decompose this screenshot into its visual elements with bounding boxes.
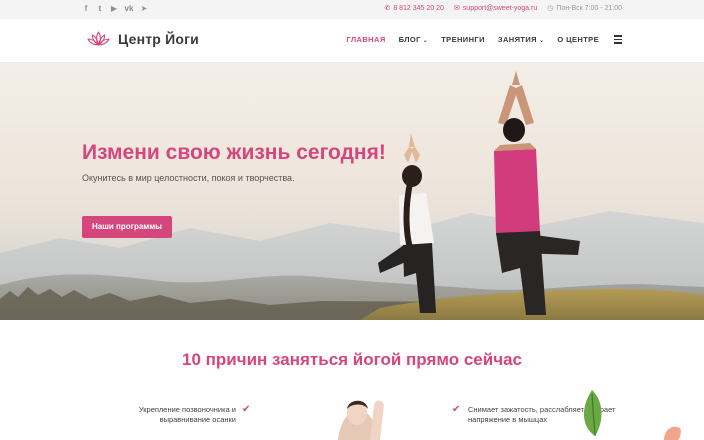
working-hours: ◷ Пон-Вск 7:00 - 21:00: [547, 4, 622, 14]
facebook-icon[interactable]: f: [82, 4, 90, 14]
email-contact[interactable]: ✉ support@sweet-yoga.ru: [454, 4, 537, 14]
check-icon: ✔: [452, 404, 461, 415]
clock-icon: ◷: [547, 5, 554, 12]
site-logo[interactable]: Центр Йоги: [86, 29, 199, 49]
top-info-bar: f t ▶ vk ➤ ✆ 8 812 345 20 20 ✉ support@s…: [0, 0, 704, 19]
phone-icon: ✆: [384, 5, 391, 12]
envelope-icon: ✉: [453, 5, 460, 12]
decorative-image: [664, 426, 681, 440]
leaf-image: [583, 390, 602, 437]
nav-item-trainings[interactable]: ТРЕНИНГИ: [441, 35, 485, 44]
nav-item-about[interactable]: О ЦЕНТРЕ: [557, 35, 599, 44]
nav-item-blog[interactable]: БЛОГ ⌄: [399, 35, 429, 44]
hero-title: Измени свою жизнь сегодня!: [82, 141, 386, 164]
logo-text: Центр Йоги: [118, 31, 199, 47]
reason-item-spine: Укрепление позвоночника и выравнивание о…: [138, 405, 236, 424]
reasons-title: 10 причин заняться йогой прямо сейчас: [182, 350, 522, 369]
hero-subtitle: Окунитесь в мир целостности, покоя и тво…: [82, 173, 295, 183]
vk-icon[interactable]: vk: [124, 4, 134, 14]
menu-icon[interactable]: [614, 35, 622, 44]
main-nav: ГЛАВНАЯ БЛОГ ⌄ ТРЕНИНГИ ЗАНЯТИЯ ⌄ О ЦЕНТРЕ: [346, 35, 622, 44]
youtube-icon[interactable]: ▶: [110, 4, 118, 14]
nav-item-classes[interactable]: ЗАНЯТИЯ ⌄: [498, 35, 545, 44]
chevron-down-icon: ⌄: [422, 38, 429, 44]
hours-text: Пон-Вск 7:00 - 21:00: [556, 5, 622, 12]
email-address[interactable]: support@sweet-yoga.ru: [463, 4, 537, 14]
nav-item-classes-label: ЗАНЯТИЯ: [497, 35, 537, 44]
nav-item-blog-label: БЛОГ: [398, 35, 421, 44]
lotus-icon: [87, 31, 110, 46]
phone-contact[interactable]: ✆ 8 812 345 20 20: [384, 4, 443, 14]
programs-button[interactable]: Наши программы: [82, 216, 172, 238]
hero-banner: Измени свою жизнь сегодня! Окунитесь в м…: [0, 63, 704, 320]
nav-item-home[interactable]: ГЛАВНАЯ: [346, 35, 385, 44]
contact-info: ✆ 8 812 345 20 20 ✉ support@sweet-yoga.r…: [384, 4, 622, 14]
social-links: f t ▶ vk ➤: [82, 4, 148, 14]
woman-portrait-image: [338, 400, 384, 440]
site-header: Центр Йоги ГЛАВНАЯ БЛОГ ⌄ ТРЕНИНГИ ЗАНЯТИ…: [0, 19, 704, 63]
telegram-icon[interactable]: ➤: [140, 4, 148, 14]
phone-number[interactable]: 8 812 345 20 20: [393, 4, 444, 14]
twitter-icon[interactable]: t: [96, 4, 104, 14]
chevron-down-icon: ⌄: [538, 38, 545, 44]
check-icon: ✔: [242, 404, 251, 415]
hero-background-image: [0, 71, 704, 320]
